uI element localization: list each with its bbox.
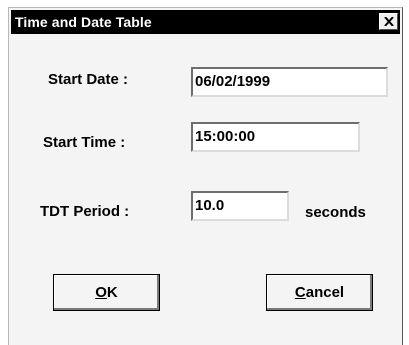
title-bar[interactable]: Time and Date Table bbox=[11, 10, 400, 34]
tdt-period-unit: seconds bbox=[305, 204, 366, 221]
cancel-accelerator: C bbox=[294, 284, 306, 301]
close-icon bbox=[384, 17, 394, 26]
ok-label-rest: K bbox=[106, 284, 118, 301]
close-button[interactable] bbox=[379, 13, 398, 30]
cancel-button[interactable]: Cancel bbox=[266, 274, 373, 311]
ok-button[interactable]: OK bbox=[53, 274, 160, 311]
cancel-label-rest: ancel bbox=[305, 284, 345, 301]
start-time-label: Start Time : bbox=[43, 134, 126, 151]
tdt-period-label: TDT Period : bbox=[40, 203, 130, 220]
start-date-label: Start Date : bbox=[48, 71, 129, 88]
tdt-period-field[interactable]: 10.0 bbox=[191, 191, 289, 221]
start-date-field[interactable]: 06/02/1999 bbox=[191, 67, 388, 97]
window-title: Time and Date Table bbox=[15, 14, 152, 30]
start-time-field[interactable]: 15:00:00 bbox=[191, 122, 360, 152]
time-date-dialog: Time and Date Table Start Date : 06/02/1… bbox=[8, 7, 403, 345]
ok-accelerator: O bbox=[95, 284, 107, 301]
